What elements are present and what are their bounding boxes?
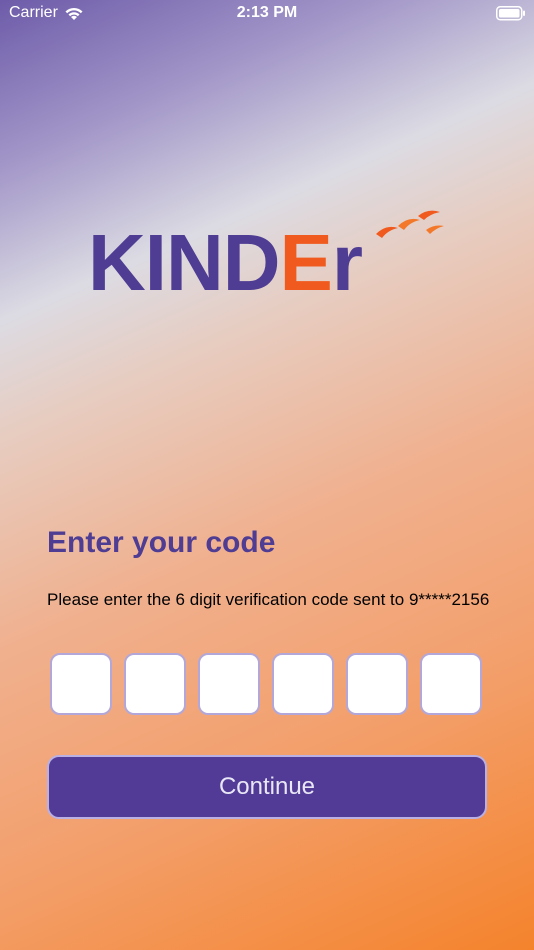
verification-code-inputs	[50, 653, 484, 717]
verification-instructions: Please enter the 6 digit verification co…	[47, 590, 490, 609]
status-bar: Carrier 2:13 PM	[0, 0, 534, 28]
code-digit-5-input[interactable]	[346, 653, 408, 715]
continue-button[interactable]: Continue	[47, 755, 487, 819]
clock: 2:13 PM	[236, 4, 298, 21]
code-digit-4-input[interactable]	[272, 653, 334, 715]
code-digit-6-input[interactable]	[420, 653, 482, 715]
logo-text-e: E	[279, 218, 333, 307]
logo-wordmark: KINDEr	[88, 218, 363, 308]
page-title: Enter your code	[47, 526, 276, 559]
kinder-logo: KINDEr	[88, 208, 448, 307]
logo-text-kind: KIND	[88, 218, 281, 307]
code-digit-1-input[interactable]	[50, 653, 112, 715]
code-digit-2-input[interactable]	[124, 653, 186, 715]
flying-birds-icon	[376, 210, 444, 238]
battery-icon	[496, 6, 525, 21]
code-digit-3-input[interactable]	[198, 653, 260, 715]
logo-text-r: r	[331, 218, 363, 307]
